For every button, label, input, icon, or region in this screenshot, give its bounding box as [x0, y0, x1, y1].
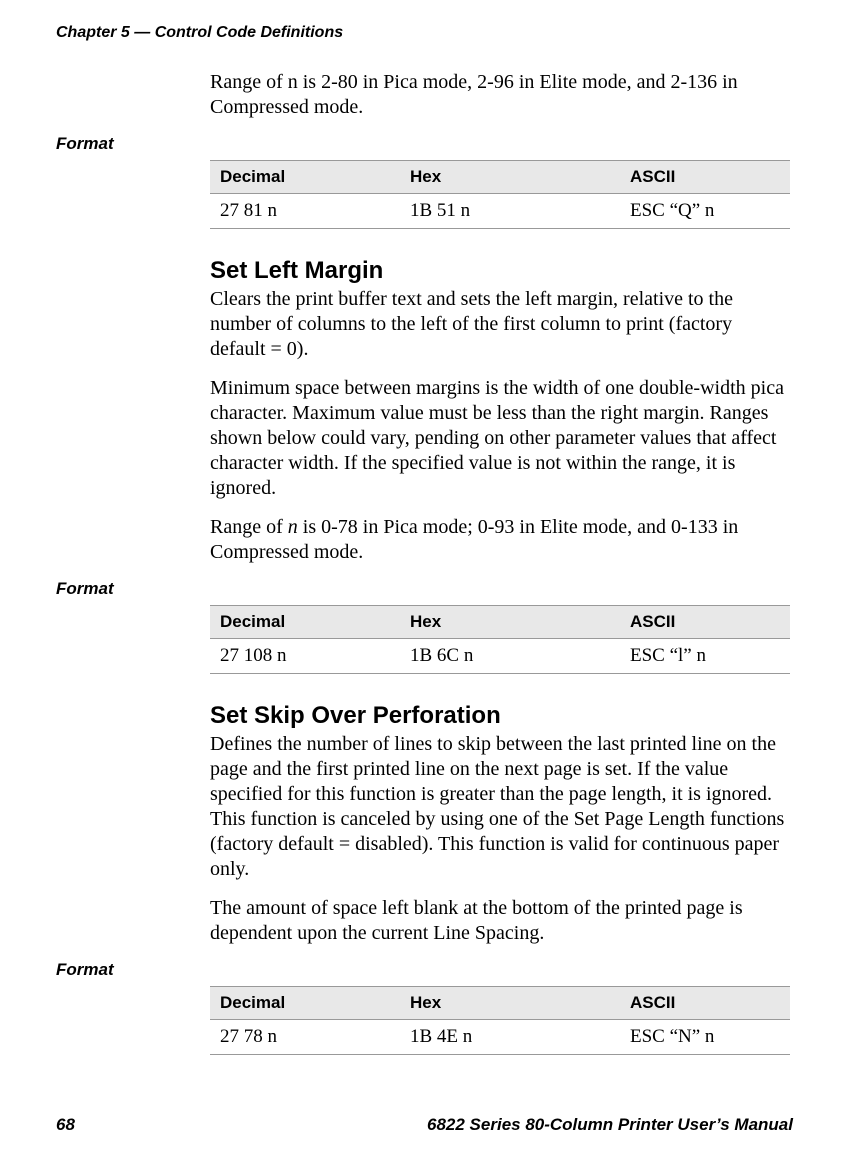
intro-paragraph: Range of n is 2-80 in Pica mode, 2-96 in… [210, 70, 790, 120]
col-ascii: ASCII [620, 161, 790, 194]
cell-ascii: ESC “l” n [620, 639, 790, 674]
section1-body: Clears the print buffer text and sets th… [210, 287, 790, 565]
cell-ascii: ESC “Q” n [620, 194, 790, 229]
col-hex: Hex [400, 987, 620, 1020]
section-title-set-left-margin: Set Left Margin [210, 257, 793, 285]
intro-block: Range of n is 2-80 in Pica mode, 2-96 in… [210, 70, 790, 120]
format-table-3: Decimal Hex ASCII 27 78 n 1B 4E n ESC “N… [210, 986, 790, 1055]
col-decimal: Decimal [210, 161, 400, 194]
page: Chapter 5 — Control Code Definitions Ran… [0, 0, 849, 1165]
table-header-row: Decimal Hex ASCII [210, 606, 790, 639]
table-header-row: Decimal Hex ASCII [210, 161, 790, 194]
format-table-1: Decimal Hex ASCII 27 81 n 1B 51 n ESC “Q… [210, 160, 790, 229]
format-table-2: Decimal Hex ASCII 27 108 n 1B 6C n ESC “… [210, 605, 790, 674]
cell-hex: 1B 4E n [400, 1020, 620, 1055]
footer: 68 6822 Series 80-Column Printer User’s … [56, 1115, 793, 1135]
table-row: 27 108 n 1B 6C n ESC “l” n [210, 639, 790, 674]
section2-body: Defines the number of lines to skip betw… [210, 732, 790, 946]
cell-decimal: 27 78 n [210, 1020, 400, 1055]
cell-ascii: ESC “N” n [620, 1020, 790, 1055]
col-hex: Hex [400, 161, 620, 194]
content-area: Range of n is 2-80 in Pica mode, 2-96 in… [56, 70, 793, 1083]
p3-n-italic: n [288, 516, 298, 538]
section1-p2: Minimum space between margins is the wid… [210, 376, 790, 501]
table-row: 27 78 n 1B 4E n ESC “N” n [210, 1020, 790, 1055]
cell-hex: 1B 51 n [400, 194, 620, 229]
section2-p2: The amount of space left blank at the bo… [210, 896, 790, 946]
page-number: 68 [56, 1115, 75, 1135]
p3-prefix: Range of [210, 516, 288, 538]
cell-decimal: 27 108 n [210, 639, 400, 674]
col-ascii: ASCII [620, 606, 790, 639]
running-header: Chapter 5 — Control Code Definitions [56, 24, 343, 42]
section2-p1: Defines the number of lines to skip betw… [210, 732, 790, 882]
format-label-2: Format [56, 579, 793, 599]
cell-hex: 1B 6C n [400, 639, 620, 674]
footer-title: 6822 Series 80-Column Printer User’s Man… [427, 1115, 793, 1135]
section1-p3: Range of n is 0-78 in Pica mode; 0-93 in… [210, 515, 790, 565]
format-label-1: Format [56, 134, 793, 154]
col-hex: Hex [400, 606, 620, 639]
table-row: 27 81 n 1B 51 n ESC “Q” n [210, 194, 790, 229]
section1-p1: Clears the print buffer text and sets th… [210, 287, 790, 362]
format-label-3: Format [56, 960, 793, 980]
col-decimal: Decimal [210, 606, 400, 639]
col-ascii: ASCII [620, 987, 790, 1020]
col-decimal: Decimal [210, 987, 400, 1020]
table-header-row: Decimal Hex ASCII [210, 987, 790, 1020]
section-title-set-skip-over-perforation: Set Skip Over Perforation [210, 702, 793, 730]
cell-decimal: 27 81 n [210, 194, 400, 229]
